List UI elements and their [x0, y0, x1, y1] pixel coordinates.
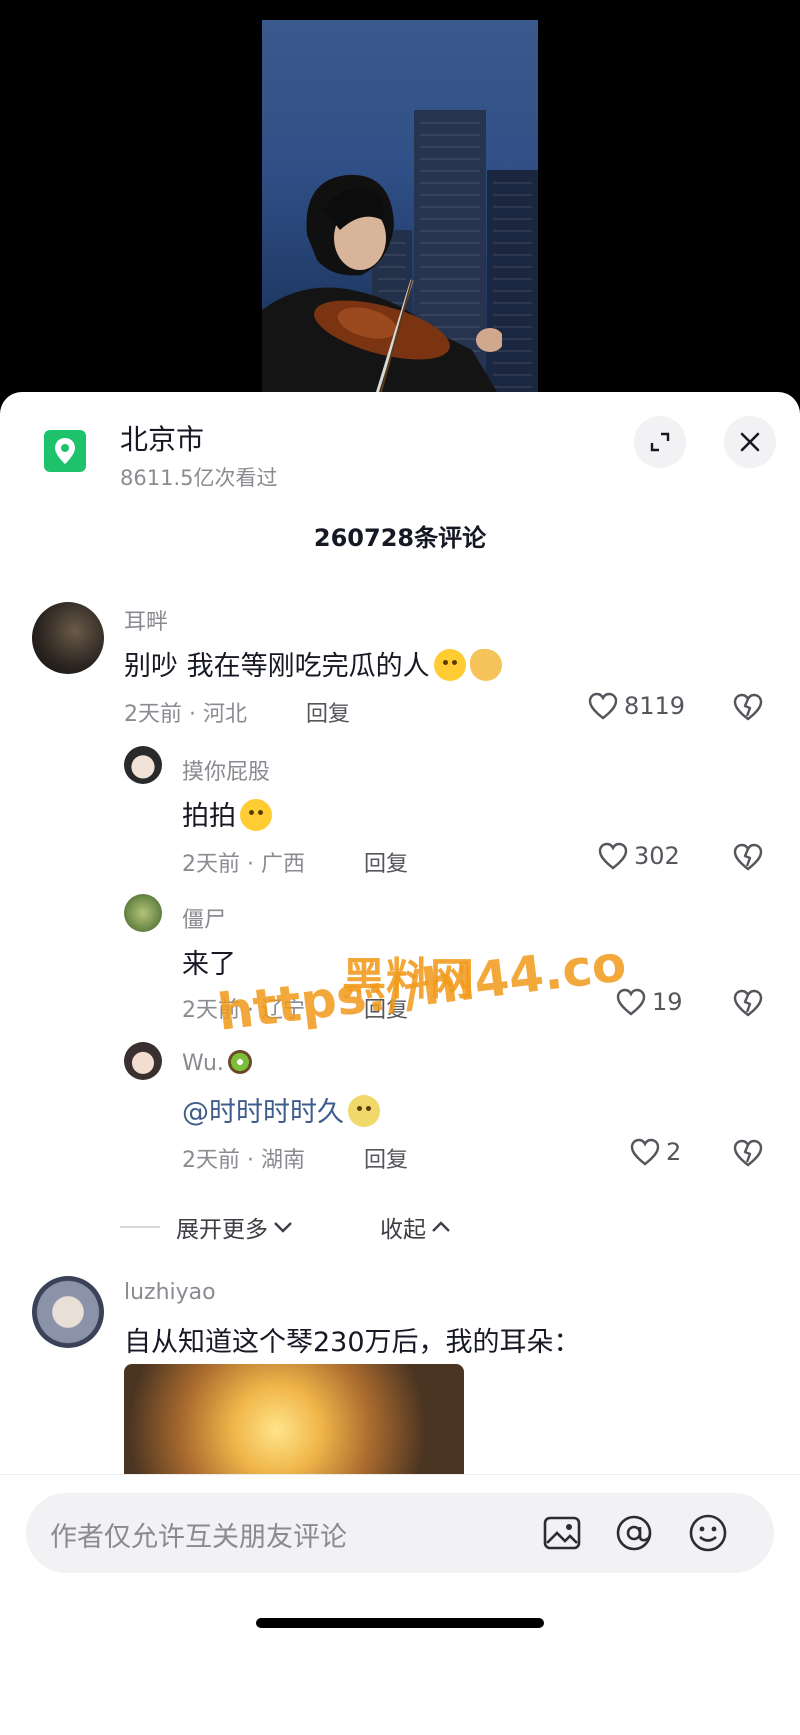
- heart-icon: [588, 692, 618, 720]
- broken-heart-icon[interactable]: [732, 988, 764, 1018]
- chevron-up-icon: [432, 1221, 450, 1232]
- reply-time-location: 2天前 · 广西: [182, 852, 305, 877]
- close-icon: [740, 432, 760, 452]
- home-indicator: [256, 1618, 544, 1628]
- reply-text: 来了: [182, 949, 236, 980]
- winking-emoji-icon: [240, 799, 272, 831]
- like-button[interactable]: 8119: [588, 692, 685, 720]
- like-count: 19: [652, 988, 683, 1016]
- image-icon[interactable]: [540, 1511, 584, 1555]
- broken-heart-icon[interactable]: [732, 692, 764, 722]
- violinist-figure: [262, 174, 502, 400]
- comment-time-location: 2天前 · 河北: [124, 702, 247, 727]
- comment-username[interactable]: 耳畔: [124, 604, 168, 636]
- comment-input-placeholder: 作者仅允许互关朋友评论: [50, 1522, 347, 1553]
- like-button[interactable]: 302: [598, 842, 680, 870]
- comment-text: 自从知道这个琴230万后，我的耳朵：: [124, 1327, 581, 1358]
- location-pin-icon: [55, 438, 75, 464]
- like-count: 8119: [624, 692, 686, 720]
- location-view-count: 8611.5亿次看过: [120, 466, 278, 490]
- laughing-emoji-icon: [433, 649, 466, 681]
- kiwi-emoji-icon: [227, 1050, 252, 1074]
- reply-button[interactable]: 回复: [364, 846, 408, 878]
- comment-username[interactable]: luzhiyao: [124, 1280, 216, 1305]
- comments-count: 260728条评论: [313, 524, 487, 552]
- avatar[interactable]: [32, 602, 104, 674]
- chevron-down-icon: [274, 1222, 292, 1233]
- reply-username[interactable]: 僵尸: [182, 902, 226, 934]
- expand-icon: [650, 432, 670, 452]
- like-button[interactable]: 2: [630, 1138, 681, 1166]
- reply-text: 拍拍: [182, 794, 272, 833]
- collapse-label: 收起: [380, 1217, 426, 1243]
- location-title[interactable]: 北京市: [120, 418, 204, 458]
- video-player[interactable]: [262, 20, 538, 400]
- like-count: 2: [666, 1138, 682, 1166]
- comment-text: 别吵 我在等刚吃完瓜的人: [124, 644, 502, 683]
- expand-more-label[interactable]: 展开更多: [176, 1210, 268, 1244]
- at-icon[interactable]: [612, 1511, 656, 1555]
- close-button[interactable]: [724, 416, 776, 468]
- reply-username[interactable]: Wu.: [182, 1050, 252, 1076]
- avatar[interactable]: [124, 894, 162, 932]
- comment-input-bar: 作者仅允许互关朋友评论: [0, 1474, 800, 1735]
- reply-button[interactable]: 回复: [306, 696, 350, 728]
- broken-heart-icon[interactable]: [732, 842, 764, 872]
- expand-more-row[interactable]: 展开更多: [120, 1210, 294, 1244]
- like-count: 302: [634, 842, 680, 870]
- ok-hand-emoji-icon: [469, 649, 502, 681]
- avatar[interactable]: [124, 1042, 162, 1080]
- emoji-icon[interactable]: [686, 1511, 730, 1555]
- expand-button[interactable]: [634, 416, 686, 468]
- collapse-button[interactable]: 收起: [380, 1210, 452, 1244]
- reply-time-location: 2天前 · 湖南: [182, 1148, 305, 1173]
- like-button[interactable]: 19: [616, 988, 683, 1016]
- reply-text: @时时时时久: [182, 1090, 380, 1129]
- smiling-emoji-icon: [348, 1095, 380, 1127]
- broken-heart-icon[interactable]: [732, 1138, 764, 1168]
- heart-icon: [630, 1138, 660, 1166]
- reply-username[interactable]: 摸你屁股: [182, 754, 270, 786]
- avatar[interactable]: [32, 1276, 104, 1348]
- reply-button[interactable]: 回复: [364, 1142, 408, 1174]
- avatar[interactable]: [124, 746, 162, 784]
- heart-icon: [598, 842, 628, 870]
- location-badge[interactable]: [44, 430, 86, 472]
- mention-link[interactable]: @时时时时久: [182, 1097, 344, 1128]
- divider: [120, 1226, 160, 1228]
- comment-input[interactable]: 作者仅允许互关朋友评论: [26, 1493, 774, 1573]
- comment-image[interactable]: [124, 1364, 464, 1474]
